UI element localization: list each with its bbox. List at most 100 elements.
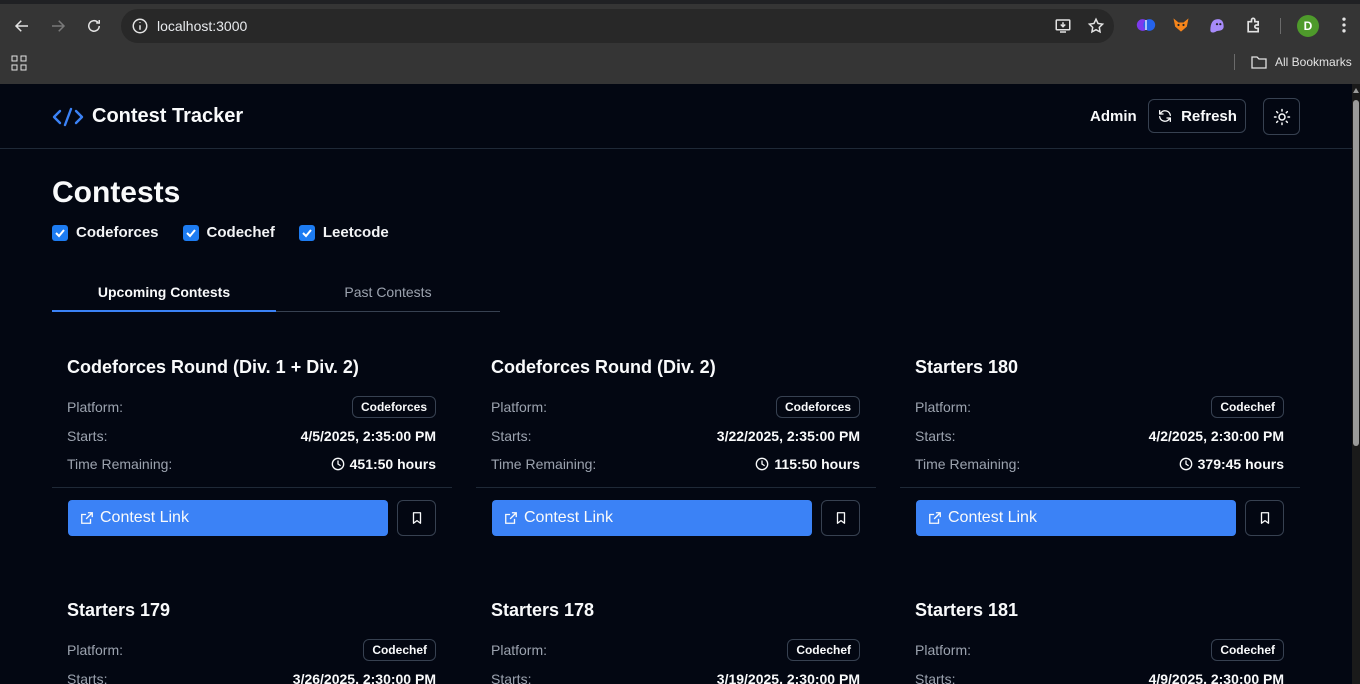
site-info-icon[interactable] [131,17,149,35]
platform-label: Platform: [67,399,124,415]
folder-icon [1251,56,1267,69]
arrow-left-icon [14,20,28,32]
bookmarks-separator [1234,54,1235,70]
brain-extension-icon[interactable] [1136,15,1156,35]
platform-label: Platform: [491,399,548,415]
remaining-row: Time Remaining: 451:50 hours [67,453,436,475]
contest-title: Starters 178 [491,600,595,620]
platform-filters: Codeforces Codechef Leetcode [52,224,389,241]
starts-row: Starts: 4/9/2025, 2:30:00 PM [915,668,1284,684]
brand-logo[interactable]: Contest Tracker [52,105,243,128]
contest-title: Codeforces Round (Div. 2) [491,357,716,377]
ghost-extension-icon[interactable] [1207,15,1227,35]
starts-label: Starts: [491,671,532,684]
contest-title: Starters 181 [915,600,1019,620]
puzzle-extensions-icon[interactable] [1244,15,1264,35]
contest-link-button[interactable]: Contest Link [68,500,388,536]
starts-label: Starts: [915,428,956,444]
check-icon [55,228,65,237]
platform-badge: Codeforces [775,396,860,418]
filter-label: Codeforces [76,224,159,241]
refresh-icon [1159,110,1172,122]
contest-title: Starters 179 [67,600,171,620]
time-remaining-value: 115:50 hours [774,456,860,472]
admin-link[interactable]: Admin [1090,108,1137,125]
starts-row: Starts: 4/5/2025, 2:35:00 PM [67,425,436,447]
more-vertical-icon[interactable] [1334,15,1354,35]
starts-row: Starts: 3/19/2025, 2:30:00 PM [491,668,860,684]
tab-past-contests[interactable]: Past Contests [276,280,500,312]
check-icon [302,228,312,237]
contest-link-label: Contest Link [524,509,613,526]
refresh-button[interactable]: Refresh [1148,99,1246,133]
bookmark-icon [1260,512,1269,524]
platform-badge: Codechef [363,639,436,661]
back-button[interactable] [9,13,35,39]
all-bookmarks-button[interactable]: All Bookmarks [1251,55,1352,69]
tab-strip [0,0,1360,4]
checkbox-codeforces[interactable] [52,224,68,241]
page-scrollbar[interactable] [1352,84,1360,684]
arrow-right-icon [52,20,66,32]
star-icon[interactable] [1087,17,1105,35]
remaining-label: Time Remaining: [491,456,597,472]
platform-row: Platform: Codechef [915,639,1284,661]
bookmark-button[interactable] [821,500,860,536]
filter-label: Leetcode [322,224,389,241]
external-link-icon [81,512,93,524]
profile-avatar[interactable]: D [1297,15,1319,37]
address-bar[interactable]: localhost:3000 [121,9,1114,43]
filter-leetcode[interactable]: Leetcode [298,224,389,241]
contest-link-button[interactable]: Contest Link [492,500,812,536]
filter-label: Codechef [206,224,275,241]
apps-grid-icon[interactable] [11,55,27,71]
start-time: 4/5/2025, 2:35:00 PM [300,428,436,444]
starts-label: Starts: [491,428,532,444]
external-link-icon [505,512,517,524]
browser-chrome: localhost:3000 D All Bookmarks [0,0,1360,84]
starts-row: Starts: 4/2/2025, 2:30:00 PM [915,425,1284,447]
filter-codechef[interactable]: Codechef [182,224,275,241]
reload-icon [88,19,100,32]
url-text[interactable]: localhost:3000 [157,18,247,34]
app-root: Contest Tracker Admin Refresh Contests C… [0,84,1352,684]
scroll-up-arrow-icon[interactable] [1353,88,1359,93]
fox-extension-icon[interactable] [1171,15,1191,35]
starts-label: Starts: [915,671,956,684]
reload-button[interactable] [81,13,107,39]
platform-row: Platform: Codechef [491,639,860,661]
start-time: 3/22/2025, 2:35:00 PM [716,428,860,444]
checkbox-codechef[interactable] [182,224,199,241]
install-app-icon[interactable] [1054,17,1072,35]
start-time: 3/19/2025, 2:30:00 PM [716,671,860,684]
remaining-row: Time Remaining: 379:45 hours [915,453,1284,475]
forward-button[interactable] [45,13,71,39]
filter-codeforces[interactable]: Codeforces [52,224,159,241]
starts-row: Starts: 3/26/2025, 2:30:00 PM [67,668,436,684]
contest-title: Starters 180 [915,357,1019,377]
card-divider [900,487,1300,488]
start-time: 4/2/2025, 2:30:00 PM [1148,428,1284,444]
platform-label: Platform: [915,399,972,415]
platform-badge: Codechef [1211,396,1284,418]
start-time: 3/26/2025, 2:30:00 PM [292,671,436,684]
bookmark-button[interactable] [1245,500,1284,536]
bookmark-icon [836,512,845,524]
starts-label: Starts: [67,671,108,684]
brand-name: Contest Tracker [92,105,244,127]
theme-toggle-button[interactable] [1263,98,1300,135]
contest-link-button[interactable]: Contest Link [916,500,1236,536]
platform-label: Platform: [491,642,548,658]
time-remaining-value: 451:50 hours [349,456,436,472]
remaining-row: Time Remaining: 115:50 hours [491,453,860,475]
platform-row: Platform: Codechef [915,396,1284,418]
scrollbar-thumb[interactable] [1353,100,1359,446]
bookmark-button[interactable] [397,500,436,536]
time-remaining: 115:50 hours [755,456,860,472]
platform-row: Platform: Codeforces [491,396,860,418]
platform-row: Platform: Codeforces [67,396,436,418]
checkbox-leetcode[interactable] [298,224,315,241]
code-icon [52,107,84,126]
app-header: Contest Tracker Admin Refresh [0,84,1352,149]
tab-upcoming-contests[interactable]: Upcoming Contests [52,280,276,312]
